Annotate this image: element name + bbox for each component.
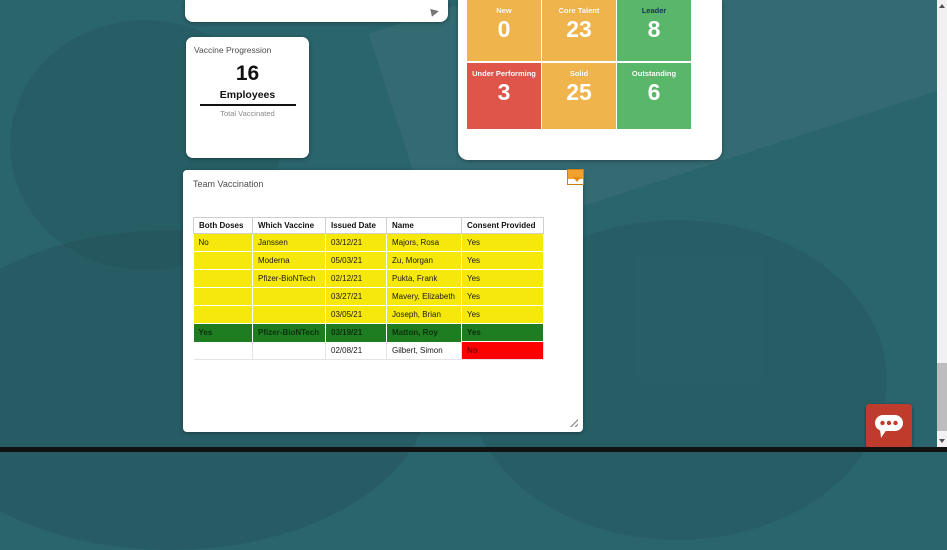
team-vaccination-table: Both Doses Which Vaccine Issued Date Name Co… xyxy=(193,217,544,360)
talent-grid: New 0 Core Talent 23 Leader 8 Under Performing… xyxy=(467,0,691,129)
table-cell: Pfizer-BioNTech xyxy=(252,269,326,288)
widget-menu-button[interactable] xyxy=(567,169,584,185)
column-header-name[interactable]: Name xyxy=(386,217,462,234)
column-header-issued-date[interactable]: Issued Date xyxy=(325,217,387,234)
table-cell: Gilbert, Simon xyxy=(386,341,462,360)
tile-label: Leader xyxy=(641,6,667,15)
table-cell: Majors, Rosa xyxy=(386,233,462,252)
table-cell xyxy=(252,287,326,306)
chat-bubble-icon xyxy=(875,415,903,438)
table-cell xyxy=(252,305,326,324)
talent-tile-new[interactable]: New 0 xyxy=(467,0,541,61)
scrollbar-thumb[interactable] xyxy=(937,363,947,431)
table-cell: Zu, Morgan xyxy=(386,251,462,270)
team-vaccination-card: Team Vaccination Both Doses Which Vaccine… xyxy=(183,169,584,432)
column-header-consent-provided[interactable]: Consent Provided xyxy=(461,217,544,234)
table-cell: No xyxy=(461,341,544,360)
table-cell: 03/05/21 xyxy=(325,305,387,324)
table-cell: 03/12/21 xyxy=(325,233,387,252)
team-vaccination-title: Team Vaccination xyxy=(193,179,264,189)
tile-value: 23 xyxy=(566,16,592,43)
table-cell: Yes xyxy=(193,323,253,342)
column-header-both-doses[interactable]: Both Doses xyxy=(193,217,253,234)
arrow-up-icon xyxy=(939,4,945,8)
tile-label: Core Talent xyxy=(558,6,600,15)
table-cell: Pukta, Frank xyxy=(386,269,462,288)
table-row[interactable]: No Janssen 03/12/21 Majors, Rosa Yes xyxy=(193,233,544,252)
table-cell: Mavery, Elizabeth xyxy=(386,287,462,306)
scroll-down-button[interactable] xyxy=(937,435,947,447)
table-cell xyxy=(252,341,326,360)
vaccinated-caption: Total Vaccinated xyxy=(220,109,275,118)
table-row[interactable]: 03/05/21 Joseph, Brian Yes xyxy=(193,305,544,324)
table-cell xyxy=(193,341,253,360)
table-cell: Yes xyxy=(461,269,544,288)
tile-value: 3 xyxy=(497,79,511,106)
talent-tile-leader[interactable]: Leader 8 xyxy=(617,0,691,61)
vertical-scrollbar[interactable] xyxy=(937,0,947,447)
table-cell xyxy=(193,305,253,324)
table-row[interactable]: Moderna 05/03/21 Zu, Morgan Yes xyxy=(193,251,544,270)
talent-summary-card: New 0 Core Talent 23 Leader 8 Under Performing… xyxy=(458,0,722,160)
table-cell: Yes xyxy=(461,251,544,270)
table-cell: Moderna xyxy=(252,251,326,270)
table-cell: 03/19/21 xyxy=(325,323,387,342)
table-cell xyxy=(193,269,253,288)
top-widget-card xyxy=(185,0,448,22)
talent-tile-solid[interactable]: Solid 25 xyxy=(542,63,616,129)
table-cell: Janssen xyxy=(252,233,326,252)
resize-handle-icon[interactable] xyxy=(569,418,578,427)
table-cell: 02/12/21 xyxy=(325,269,387,288)
table-cell: No xyxy=(193,233,253,252)
table-cell xyxy=(193,251,253,270)
table-row[interactable]: Pfizer-BioNTech 02/12/21 Pukta, Frank Yes xyxy=(193,269,544,288)
column-header-which-vaccine[interactable]: Which Vaccine xyxy=(252,217,326,234)
talent-tile-under-performing[interactable]: Under Performing 3 xyxy=(467,63,541,129)
vaccine-progression-title: Vaccine Progression xyxy=(194,45,272,55)
tile-value: 8 xyxy=(647,16,661,43)
table-row[interactable]: 02/08/21 Gilbert, Simon No xyxy=(193,341,544,360)
table-cell: Yes xyxy=(461,233,544,252)
cursor-arrow-icon xyxy=(430,7,440,17)
talent-tile-outstanding[interactable]: Outstanding 6 xyxy=(617,63,691,129)
table-cell: 05/03/21 xyxy=(325,251,387,270)
tile-label: Solid xyxy=(569,69,589,78)
table-cell: Pfizer-BioNTech xyxy=(252,323,326,342)
table-cell: 03/27/21 xyxy=(325,287,387,306)
talent-tile-core-talent[interactable]: Core Talent 23 xyxy=(542,0,616,61)
table-cell: Yes xyxy=(461,305,544,324)
bottom-bar xyxy=(0,447,947,452)
vaccinated-unit-label: Employees xyxy=(199,89,296,106)
tile-value: 25 xyxy=(566,79,592,106)
table-row[interactable]: Yes Pfizer-BioNTech 03/19/21 Matton, Roy Yes xyxy=(193,323,544,342)
chat-button[interactable] xyxy=(866,404,912,448)
tile-value: 6 xyxy=(647,79,661,106)
table-header: Both Doses Which Vaccine Issued Date Name Co… xyxy=(193,217,544,234)
table-cell: Yes xyxy=(461,323,544,342)
tile-label: Under Performing xyxy=(472,69,536,78)
table-cell xyxy=(193,287,253,306)
vaccinated-count: 16 xyxy=(235,62,260,85)
vaccine-progression-card: Vaccine Progression 16 Employees Total V… xyxy=(186,37,309,158)
tile-value: 0 xyxy=(497,16,511,43)
table-cell: Joseph, Brian xyxy=(386,305,462,324)
table-cell: Yes xyxy=(461,287,544,306)
tile-label: Outstanding xyxy=(631,69,677,78)
table-cell: 02/08/21 xyxy=(325,341,387,360)
scroll-up-button[interactable] xyxy=(937,0,947,12)
table-row[interactable]: 03/27/21 Mavery, Elizabeth Yes xyxy=(193,287,544,306)
dropdown-caret-icon xyxy=(572,177,581,182)
tile-label: New xyxy=(496,6,512,15)
arrow-down-icon xyxy=(939,439,945,443)
table-cell: Matton, Roy xyxy=(386,323,462,342)
